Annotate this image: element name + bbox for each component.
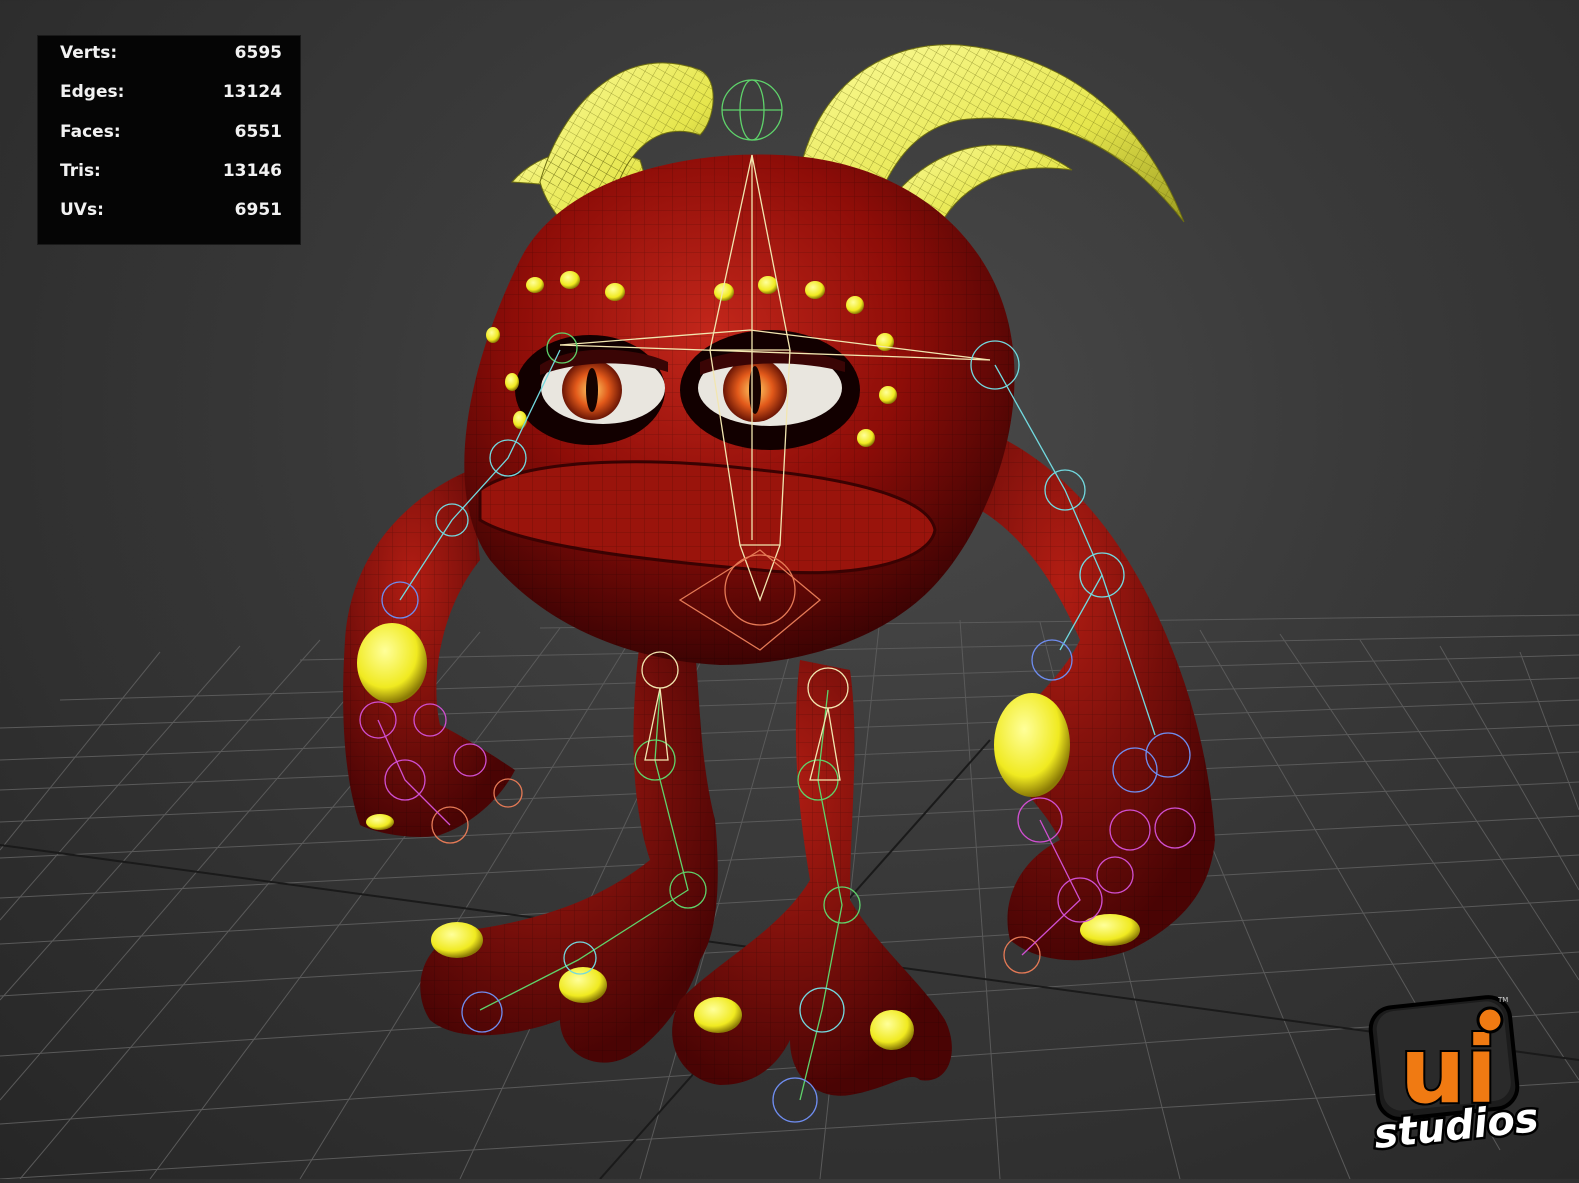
stat-label: Edges: [60, 82, 125, 102]
left-hand-spot [357, 623, 427, 703]
stat-value: 6595 [234, 43, 282, 63]
floor-grid [0, 614, 1579, 1180]
stat-row: Faces: 6551 [60, 120, 282, 144]
mesh-stats-panel: Verts: 6595 Edges: 13124 Faces: 6551 Tris: 1314… [37, 35, 301, 245]
stat-value: 6551 [234, 122, 282, 142]
stat-row: Verts: 6595 [60, 41, 282, 65]
ui-studios-logo: ui studios TM [1362, 990, 1543, 1161]
stat-value: 13124 [222, 82, 282, 102]
stat-label: Verts: [60, 43, 118, 63]
stat-row: Tris: 13146 [60, 159, 282, 183]
stat-row: Edges: 13124 [60, 80, 282, 104]
stat-value: 13146 [222, 161, 282, 181]
stat-label: Tris: [60, 161, 101, 181]
stat-row: UVs: 6951 [60, 198, 282, 222]
monster-head [464, 154, 1015, 665]
stat-value: 6951 [234, 200, 282, 220]
logo-trademark: TM [1497, 996, 1508, 1004]
stat-label: UVs: [60, 200, 104, 220]
stat-label: Faces: [60, 122, 121, 142]
right-hand-spot [994, 693, 1070, 797]
